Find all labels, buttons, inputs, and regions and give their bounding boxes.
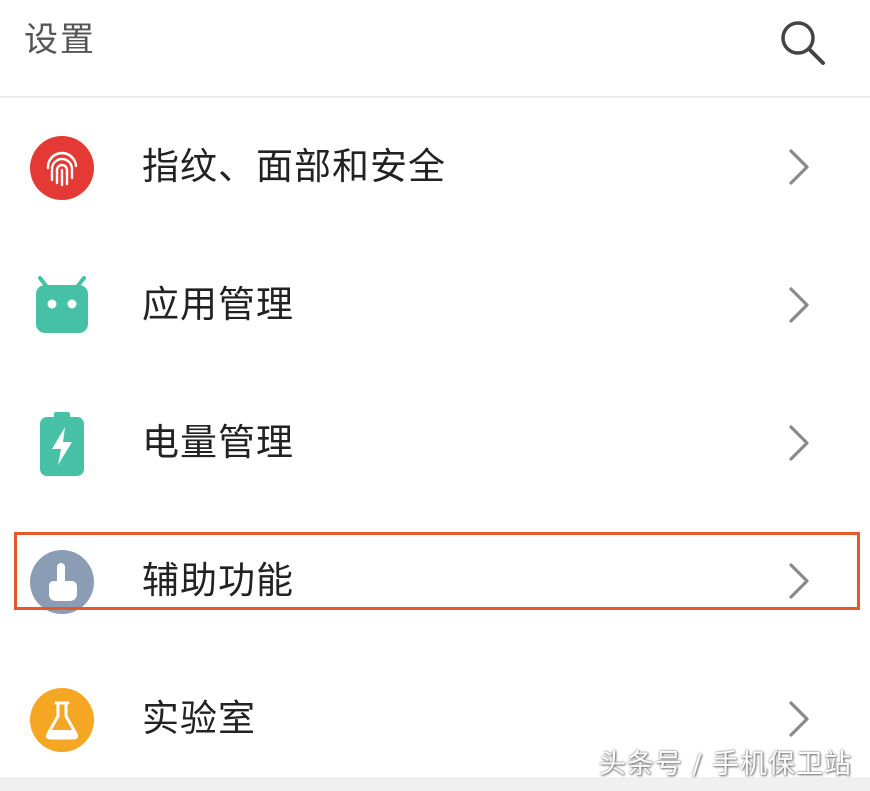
settings-item-label: 辅助功能 (142, 559, 294, 602)
settings-item-label: 指纹、面部和安全 (142, 145, 446, 188)
settings-item-label: 应用管理 (142, 283, 294, 326)
header-bar: 设置 (0, 0, 870, 98)
settings-screen: 设置 指纹、面部和安全 应用管理 电量管理 辅助功能 实验室 头条号 / 手机保… (0, 0, 870, 791)
settings-item-battery-management[interactable]: 电量管理 (0, 374, 870, 512)
flask-icon (30, 688, 94, 752)
settings-item-app-management[interactable]: 应用管理 (0, 236, 870, 374)
battery-icon (40, 412, 84, 476)
hand-pointer-icon (30, 550, 94, 614)
fingerprint-icon (30, 136, 94, 200)
search-button[interactable] (774, 14, 830, 70)
search-icon (781, 21, 825, 65)
settings-item-accessibility[interactable]: 辅助功能 (0, 512, 870, 650)
settings-item-label: 实验室 (142, 697, 256, 740)
android-app-icon (36, 276, 88, 333)
settings-item-label: 电量管理 (142, 421, 294, 464)
chevron-right-icon (789, 701, 809, 737)
chevron-right-icon (789, 287, 809, 323)
watermark-text: 头条号 / 手机保卫站 (598, 749, 852, 780)
chevron-right-icon (789, 149, 809, 185)
chevron-right-icon (789, 425, 809, 461)
settings-item-fingerprint-security[interactable]: 指纹、面部和安全 (0, 98, 870, 236)
page-title: 设置 (24, 20, 96, 60)
chevron-right-icon (789, 563, 809, 599)
